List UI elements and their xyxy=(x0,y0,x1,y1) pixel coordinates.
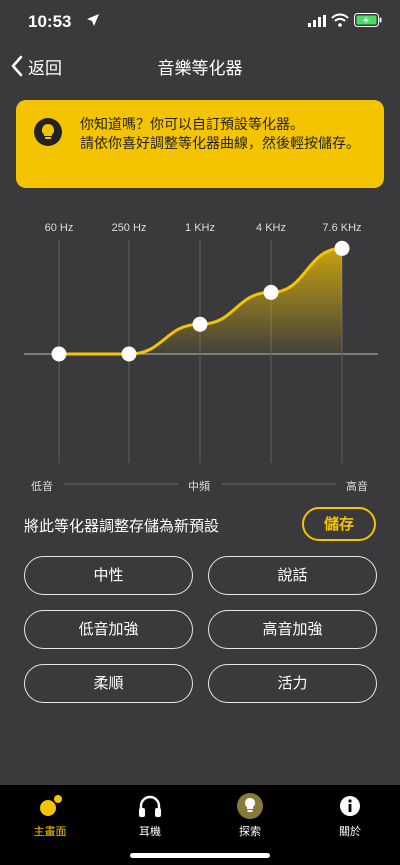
eq-band-handle-2[interactable] xyxy=(192,316,208,332)
eq-band-handle-0[interactable] xyxy=(51,346,67,362)
freq-label-3: 4 KHz xyxy=(256,222,286,234)
tab-home[interactable]: 主畫面 xyxy=(0,793,100,839)
equalizer-graph[interactable] xyxy=(0,208,400,498)
tip-banner: 你知道嗎？你可以自訂預設等化器。 請依你喜好調整等化器曲線，然後輕按儲存。 xyxy=(16,100,384,188)
preset-neutral-button[interactable]: 中性 xyxy=(24,556,193,595)
save-row: 將此等化器調整存儲為新預設 儲存 xyxy=(24,507,376,541)
location-icon xyxy=(87,14,99,26)
signal-icon xyxy=(308,15,326,27)
range-low-label: 低音 xyxy=(31,480,53,493)
page-title: 音樂等化器 xyxy=(157,59,243,79)
freq-label-0: 60 Hz xyxy=(44,222,74,234)
preset-soft-button[interactable]: 柔順 xyxy=(24,664,193,703)
freq-label-1: 250 Hz xyxy=(111,222,147,234)
eq-band-handle-1[interactable] xyxy=(121,346,137,362)
tab-explore-label: 探索 xyxy=(239,825,261,838)
preset-bass-boost-button[interactable]: 低音加強 xyxy=(24,610,193,649)
equalizer[interactable]: 60 Hz 250 Hz 1 KHz 4 KHz 7.6 KHz 低音 中頻 高音 xyxy=(0,208,400,498)
preset-treble-boost-button[interactable]: 高音加強 xyxy=(208,610,377,649)
wifi-icon xyxy=(331,13,349,27)
status-time: 10:53 xyxy=(28,12,72,31)
info-icon xyxy=(337,793,363,819)
explore-icon xyxy=(237,793,263,819)
status-bar: 10:53 xyxy=(0,0,400,44)
range-mid-label: 中頻 xyxy=(188,480,210,493)
tab-headphones-label: 耳機 xyxy=(139,825,161,838)
freq-label-4: 7.6 KHz xyxy=(322,222,362,234)
battery-icon xyxy=(354,13,382,27)
eq-band-handle-4[interactable] xyxy=(334,240,350,256)
preset-speech-button[interactable]: 說話 xyxy=(208,556,377,595)
tab-about-label: 關於 xyxy=(339,825,361,838)
tab-home-label: 主畫面 xyxy=(33,825,67,838)
tab-about[interactable]: 關於 xyxy=(300,793,400,839)
tab-explore[interactable]: 探索 xyxy=(200,793,300,839)
tip-text: 你知道嗎？你可以自訂預設等化器。 請依你喜好調整等化器曲線，然後輕按儲存。 xyxy=(80,117,360,152)
eq-band-handle-3[interactable] xyxy=(263,284,279,300)
save-preset-label: 將此等化器調整存儲為新預設 xyxy=(24,517,220,535)
preset-energy-button[interactable]: 活力 xyxy=(208,664,377,703)
range-high-label: 高音 xyxy=(346,480,368,493)
lightbulb-icon xyxy=(34,118,62,146)
freq-label-2: 1 KHz xyxy=(185,222,215,234)
home-indicator xyxy=(130,853,270,858)
headphones-icon xyxy=(137,793,163,819)
home-icon xyxy=(37,793,63,819)
nav-bar: 返回 音樂等化器 xyxy=(0,44,400,88)
tab-headphones[interactable]: 耳機 xyxy=(100,793,200,839)
save-button[interactable]: 儲存 xyxy=(302,507,376,541)
